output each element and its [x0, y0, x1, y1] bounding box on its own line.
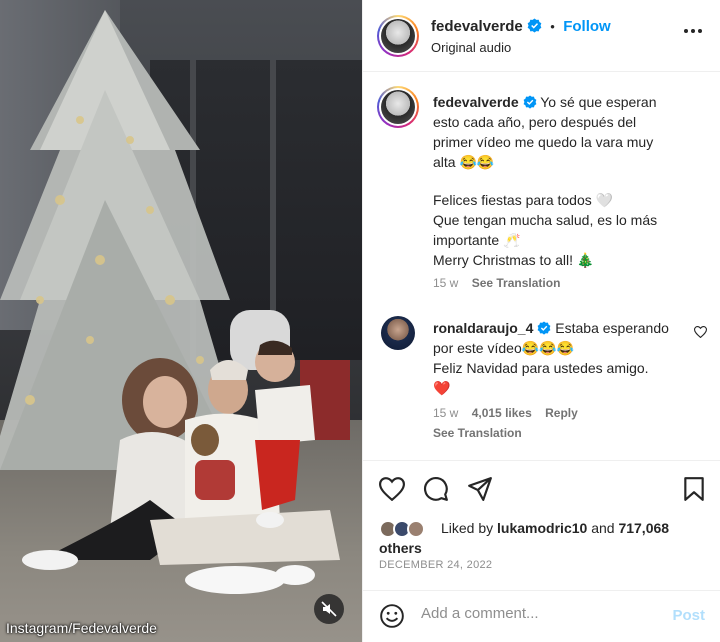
post-details-panel: fedevalverde • Follow Original audio fed… [362, 0, 720, 642]
more-dots-icon[interactable] [683, 28, 703, 34]
comment-age[interactable]: 15 w [433, 406, 458, 420]
post-date[interactable]: DECEMBER 24, 2022 [379, 559, 492, 571]
comment-see-translation-link[interactable]: See Translation [433, 426, 522, 440]
comment-line: ❤️ [433, 380, 451, 396]
caption: fedevalverde Yo sé que esperan esto cada… [433, 92, 713, 290]
post-comment-button[interactable]: Post [672, 607, 705, 624]
comment-bubble-icon[interactable] [423, 476, 449, 502]
see-translation-link[interactable]: See Translation [472, 276, 561, 290]
reply-button[interactable]: Reply [545, 406, 578, 420]
verified-badge-icon [523, 95, 536, 109]
commenter-username[interactable]: ronaldaraujo_4 [433, 320, 533, 336]
speaker-muted-icon [321, 601, 337, 617]
like-heart-icon[interactable] [379, 477, 405, 501]
likes-others[interactable]: others [379, 540, 422, 556]
likes-count[interactable]: 717,068 [618, 520, 669, 536]
post-actions [363, 460, 720, 516]
caption-line: Merry Christmas to all! 🎄 [433, 252, 595, 268]
follow-button[interactable]: Follow [563, 18, 611, 35]
christmas-tree-scene [0, 10, 350, 594]
save-bookmark-icon[interactable] [683, 476, 705, 502]
caption-line: Yo sé que esperan [540, 94, 657, 110]
caption-line: importante 🥂 [433, 232, 521, 248]
caption-line: alta 😂😂 [433, 154, 495, 170]
comments-section: fedevalverde Yo sé que esperan esto cada… [363, 72, 720, 452]
add-comment-bar: Post [363, 590, 720, 642]
caption-line: Que tengan mucha salud, es lo más [433, 212, 658, 228]
audio-label[interactable]: Original audio [431, 40, 511, 55]
author-avatar[interactable] [377, 15, 419, 57]
caption-author-avatar[interactable] [377, 86, 419, 128]
post-header: fedevalverde • Follow Original audio [363, 0, 720, 72]
caption-line: esto cada año, pero después del [433, 114, 637, 130]
header-separator: • [550, 19, 555, 34]
author-username[interactable]: fedevalverde [431, 18, 523, 35]
comment-line: Estaba esperando [555, 320, 669, 336]
liked-by-prefix: Liked by [441, 520, 494, 536]
comment-like-heart-icon[interactable] [694, 326, 707, 338]
caption-username[interactable]: fedevalverde [433, 94, 519, 110]
liked-by-user[interactable]: lukamodric10 [497, 520, 587, 536]
comment-input[interactable] [421, 605, 661, 622]
mute-button[interactable] [314, 594, 344, 624]
verified-badge-icon [527, 18, 542, 33]
image-credit: Instagram/Fedevalverde [6, 620, 157, 636]
commenter-avatar[interactable] [381, 316, 415, 350]
comment-line: Feliz Navidad para ustedes amigo. [433, 360, 649, 376]
share-paper-plane-icon[interactable] [467, 476, 493, 502]
post-media[interactable]: Instagram/Fedevalverde [0, 0, 362, 642]
emoji-smiley-icon[interactable] [379, 603, 405, 629]
caption-line: Felices fiestas para todos 🤍 [433, 192, 614, 208]
likes-summary: Liked by lukamodric10 and 717,068 others [379, 518, 709, 558]
liked-by-and: and [591, 520, 615, 536]
comment-likes[interactable]: 4,015 likes [472, 406, 532, 420]
comment: ronaldaraujo_4 Estaba esperando por este… [433, 318, 695, 440]
caption-line: primer vídeo me quedo la vara muy [433, 134, 654, 150]
verified-badge-icon [537, 321, 551, 335]
caption-age[interactable]: 15 w [433, 276, 458, 290]
comment-line: por este vídeo😂😂😂 [433, 340, 575, 356]
